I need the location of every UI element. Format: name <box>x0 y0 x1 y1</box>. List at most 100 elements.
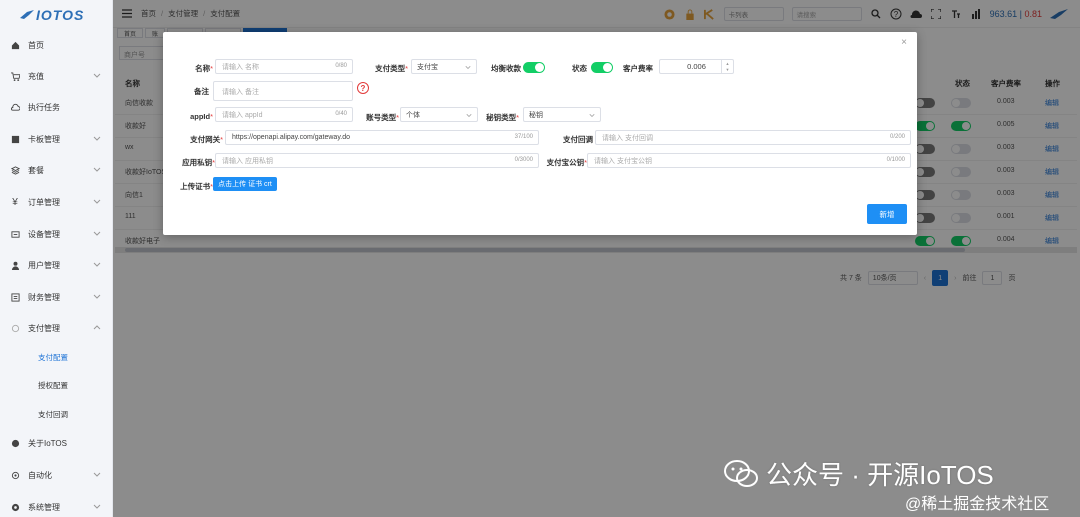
pay-type-select[interactable]: 支付宝 <box>411 59 477 74</box>
sidebar-item-cards[interactable]: 卡板管理 <box>0 129 113 149</box>
logo-bird-icon <box>20 10 34 19</box>
alipay-public-key-count: 0/1000 <box>886 157 905 163</box>
app-root: IOTOS 首页 充值 执行任务 卡板管理 套餐 ¥ 订单管理 设备管理 用户管… <box>0 0 1080 517</box>
sidebar-item-automation[interactable]: 自动化 <box>0 465 113 485</box>
appid-placeholder: 请输入 appId <box>222 111 263 119</box>
chevron-down-icon <box>589 113 595 118</box>
sidebar-subitem-auth-config[interactable]: 授权配置 <box>0 376 113 394</box>
name-input[interactable]: 请输入 名称 0/80 <box>215 59 353 74</box>
remark-textarea[interactable]: 请输入 备注 <box>213 81 353 101</box>
sidebar-item-packages[interactable]: 套餐 <box>0 160 113 180</box>
sidebar-item-home[interactable]: 首页 <box>0 35 113 55</box>
app-private-key-input[interactable]: 请输入 应用私钥 0/3000 <box>215 153 539 168</box>
status-label: 状态 <box>572 64 587 73</box>
chevron-down-icon <box>93 136 101 141</box>
sidebar-item-label: 关于IoTOS <box>28 438 67 448</box>
watermark-text: 公众号 · 开源IoTOS <box>766 460 994 490</box>
globe-icon <box>10 438 20 448</box>
package-icon <box>10 165 20 175</box>
chevron-up-icon <box>93 325 101 330</box>
close-icon[interactable]: × <box>899 37 909 48</box>
watermark: 公众号 · 开源IoTOS <box>724 455 994 492</box>
sidebar-item-recharge[interactable]: 充值 <box>0 66 113 86</box>
chevron-down-icon <box>93 294 101 299</box>
account-type-select[interactable]: 个体 <box>400 107 478 122</box>
sidebar-item-devices[interactable]: 设备管理 <box>0 224 113 244</box>
customer-rate-label: 客户费率 <box>623 64 653 73</box>
appid-input[interactable]: 请输入 appId 0/40 <box>215 107 353 122</box>
key-type-value: 秘钥 <box>529 111 543 119</box>
appid-label-text: appId <box>190 112 211 121</box>
auto-icon <box>10 470 20 480</box>
cert-upload-label: 上传证书* <box>180 182 213 191</box>
home-icon <box>10 40 20 50</box>
customer-rate-stepper[interactable]: 0.006 ▲ ▼ <box>659 59 734 74</box>
chevron-down-icon <box>93 231 101 236</box>
sidebar-item-label: 充值 <box>28 71 44 81</box>
appid-count: 0/40 <box>335 111 347 117</box>
chevron-down-icon <box>93 167 101 172</box>
chevron-down-icon <box>466 113 472 118</box>
settings-icon <box>10 502 20 512</box>
gateway-count: 37/100 <box>514 134 533 140</box>
chevron-down-icon <box>93 262 101 267</box>
card-icon <box>10 134 20 144</box>
app-private-key-placeholder: 请输入 应用私钥 <box>222 157 273 165</box>
chevron-down-icon <box>93 472 101 477</box>
pay-type-label-text: 支付类型 <box>375 64 406 73</box>
chevron-down-icon <box>465 65 471 70</box>
sidebar: IOTOS 首页 充值 执行任务 卡板管理 套餐 ¥ 订单管理 设备管理 用户管… <box>0 0 113 517</box>
sidebar-item-system[interactable]: 系统管理 <box>0 497 113 517</box>
sidebar-item-about[interactable]: 关于IoTOS <box>0 433 113 453</box>
chevron-down-icon <box>93 73 101 78</box>
status-switch[interactable] <box>591 62 613 73</box>
alipay-public-key-input[interactable]: 请输入 支付宝公钥 0/1000 <box>587 153 911 168</box>
app-private-key-label-text: 应用私钥 <box>182 158 213 167</box>
remark-label: 备注 <box>194 87 209 96</box>
sidebar-item-label: 套餐 <box>28 165 44 175</box>
pay-callback-input[interactable]: 请输入 支付回调 0/200 <box>595 130 911 145</box>
gateway-label: 支付网关* <box>190 135 223 144</box>
sidebar-subitem-pay-config[interactable]: 支付配置 <box>0 348 113 366</box>
sidebar-item-label: 设备管理 <box>28 229 60 239</box>
sidebar-item-label: 用户管理 <box>28 260 60 270</box>
sidebar-item-users[interactable]: 用户管理 <box>0 255 113 275</box>
pay-callback-label: 支付回调 <box>563 135 593 144</box>
chevron-down-icon <box>93 504 101 509</box>
gateway-label-text: 支付网关 <box>190 135 221 144</box>
name-label-text: 名称 <box>195 64 211 73</box>
customer-rate-value: 0.006 <box>687 62 706 71</box>
account-type-label: 账号类型* <box>366 113 399 122</box>
appid-label: appId* <box>190 112 213 121</box>
balance-collect-switch[interactable] <box>523 62 545 73</box>
sidebar-item-label: 财务管理 <box>28 292 60 302</box>
key-type-select[interactable]: 秘钥 <box>523 107 601 122</box>
account-type-value: 个体 <box>406 111 420 119</box>
gateway-input[interactable]: https://openapi.alipay.com/gateway.do 37… <box>225 130 539 145</box>
add-payment-config-dialog: × 名称* 请输入 名称 0/80 支付类型* 支付宝 均衡收款 状态 客户费率… <box>163 32 917 235</box>
user-icon <box>10 260 20 270</box>
balance-collect-label: 均衡收款 <box>491 64 521 73</box>
key-type-label-text: 秘钥类型 <box>486 113 517 122</box>
finance-icon <box>10 292 20 302</box>
wechat-icon <box>724 459 758 487</box>
sidebar-item-payments[interactable]: 支付管理 <box>0 318 113 338</box>
decrease-icon[interactable]: ▼ <box>722 67 733 74</box>
sidebar-item-label: 自动化 <box>28 470 52 480</box>
sidebar-item-label: 订单管理 <box>28 197 60 207</box>
alipay-public-key-label-text: 支付宝公钥 <box>546 158 585 167</box>
submit-add-button[interactable]: 新增 <box>867 204 907 224</box>
account-type-label-text: 账号类型 <box>366 113 397 122</box>
sidebar-item-orders[interactable]: ¥ 订单管理 <box>0 192 113 212</box>
stepper-arrows: ▲ ▼ <box>721 60 733 73</box>
sidebar-subitem-pay-callback[interactable]: 支付回调 <box>0 405 113 423</box>
help-icon[interactable]: ? <box>357 82 369 94</box>
app-private-key-label: 应用私钥* <box>182 158 215 167</box>
sidebar-item-finance[interactable]: 财务管理 <box>0 287 113 307</box>
pay-type-label: 支付类型* <box>375 64 408 73</box>
upload-cert-button[interactable]: 点击上传 证书 crt <box>213 177 277 191</box>
cert-upload-label-text: 上传证书 <box>180 182 211 191</box>
sidebar-item-tasks[interactable]: 执行任务 <box>0 97 113 117</box>
name-label: 名称* <box>195 64 213 73</box>
sidebar-item-label: 卡板管理 <box>28 134 60 144</box>
